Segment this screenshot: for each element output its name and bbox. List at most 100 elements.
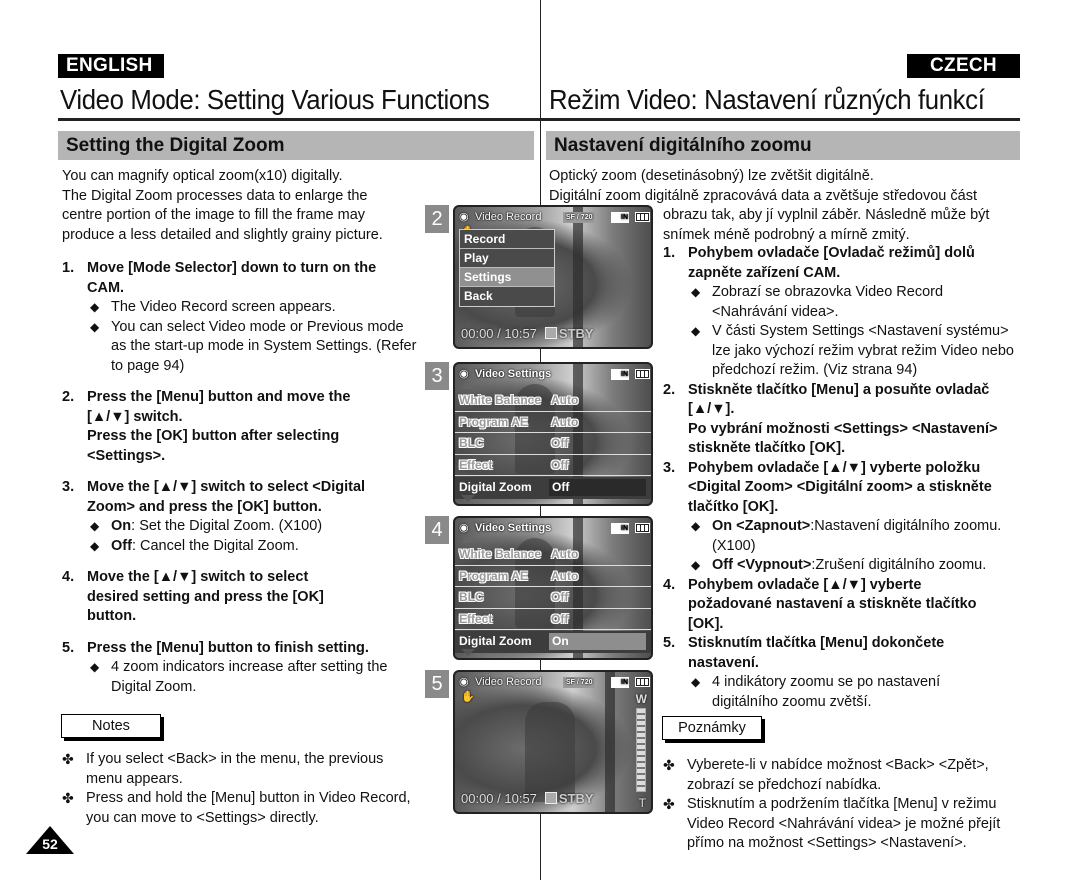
- settings-row[interactable]: Effect Off: [455, 609, 651, 630]
- step-text: Move [Mode Selector] down to turn on the…: [87, 260, 377, 296]
- english-intro: You can magnify optical zoom(x10) digita…: [62, 167, 422, 245]
- settings-row[interactable]: BLC Off: [455, 587, 651, 609]
- bullet-bold: On: [111, 518, 132, 534]
- osd-header: ◉ Video Record SF / 720 IN: [459, 674, 650, 690]
- hand-shake-icon: ✋: [461, 691, 475, 703]
- step-item: 3. Pohybem ovladače [▲/▼] vyberte položk…: [663, 459, 1023, 576]
- memory-icon: IN: [611, 369, 629, 380]
- intro-line: Digitální zoom digitálně zpracovává data…: [549, 187, 977, 204]
- status-text: STBY: [558, 326, 594, 341]
- settings-row[interactable]: Program AE Auto: [455, 566, 651, 587]
- bullet-text: Zobrazí se obrazovka Video Record <Nahrá…: [712, 284, 944, 320]
- quality-badge: SF / 720: [563, 212, 596, 223]
- note-text: Press and hold the [Menu] button in Vide…: [86, 790, 411, 826]
- intro-line: obrazu tak, aby jí vyplnil záběr. Násled…: [663, 207, 990, 223]
- settings-row[interactable]: White Balance Auto: [455, 544, 651, 566]
- bullet-item: On <Zapnout>:Nastavení digitálního zoomu…: [688, 517, 1023, 556]
- camera-lcd: ◉Video Record SF / 720 IN ✋ Record Play …: [453, 205, 653, 349]
- bullet-item: On: Set the Digital Zoom. (X100): [87, 517, 422, 537]
- scroll-down-icon[interactable]: [461, 495, 475, 502]
- settings-row[interactable]: White Balance Auto: [455, 390, 651, 412]
- settings-row[interactable]: Program AE Auto: [455, 412, 651, 433]
- section-title-english: Setting the Digital Zoom: [58, 131, 534, 160]
- menu-item-record[interactable]: Record: [460, 230, 554, 249]
- setting-value: Off: [551, 457, 569, 472]
- step-number: 2.: [62, 389, 75, 405]
- battery-icon: [635, 677, 650, 687]
- camcorder-icon: ◉: [459, 368, 469, 380]
- setting-value: Off: [549, 479, 646, 496]
- memory-icon: IN: [611, 677, 629, 688]
- menu-item-settings[interactable]: Settings: [460, 268, 554, 287]
- note-bullet-icon: ✤: [62, 790, 74, 806]
- camera-lcd: ◉ Video Settings IN White Balance Auto Pro…: [453, 516, 653, 660]
- memory-icon: IN: [611, 212, 629, 223]
- camcorder-icon: ◉: [459, 211, 469, 223]
- setting-label: Effect: [459, 611, 493, 626]
- resolution-value: 720: [580, 214, 593, 221]
- bullet-bold: Off: [111, 537, 132, 554]
- step-item: 2. Stiskněte tlačítko [Menu] a posuňte o…: [663, 381, 1023, 459]
- step-text: Stiskněte tlačítko [Menu] a posuňte ovla…: [688, 381, 990, 418]
- step-bullets: On <Zapnout>:Nastavení digitálního zoomu…: [688, 517, 1023, 576]
- camcorder-icon: ◉: [459, 676, 469, 688]
- step-number: 3.: [62, 479, 75, 495]
- page-title-english: Video Mode: Setting Various Functions: [60, 84, 490, 115]
- notes-list-english: ✤ If you select <Back> in the menu, the p…: [62, 750, 422, 828]
- menu-item-play[interactable]: Play: [460, 249, 554, 268]
- screen-number: 3: [425, 362, 449, 390]
- step-item: 3. Move the [▲/▼] switch to select <Digi…: [62, 478, 422, 556]
- step-bullets: Zobrazí se obrazovka Video Record <Nahrá…: [688, 283, 1023, 381]
- osd-title: Video Settings: [475, 522, 552, 534]
- step-number: 1.: [663, 245, 676, 261]
- setting-value: Off: [551, 611, 569, 626]
- setting-value: Auto: [551, 393, 579, 407]
- scroll-down-icon[interactable]: [461, 649, 475, 656]
- step-number: 4.: [663, 576, 676, 593]
- note-text: Stisknutím a podržením tlačítka [Menu] v…: [687, 796, 1001, 851]
- settings-row[interactable]: Effect Off: [455, 455, 651, 476]
- page-number-badge: 52: [26, 826, 74, 854]
- screen-number: 4: [425, 516, 449, 544]
- note-item: ✤ If you select <Back> in the menu, the p…: [62, 750, 422, 789]
- bullet-text: 4 indikátory zoomu se po nastavení digit…: [712, 674, 941, 710]
- setting-label: Program AE: [459, 414, 528, 429]
- resolution-value: 720: [580, 679, 593, 686]
- photo-tree: [605, 672, 615, 812]
- bullet-item: 4 indikátory zoomu se po nastavení digit…: [688, 673, 948, 712]
- section-title-czech: Nastavení digitálního zoomu: [546, 131, 1020, 160]
- settings-list: White Balance Auto Program AE Auto BLC Off …: [455, 544, 651, 653]
- setting-value: Off: [551, 436, 569, 450]
- settings-row-selected[interactable]: Digital Zoom Off: [455, 477, 651, 499]
- note-bullet-icon: ✤: [663, 757, 675, 773]
- osd-footer: 00:00 / 10:57 STBY: [461, 791, 594, 806]
- step-number: 5.: [62, 639, 75, 656]
- english-column: You can magnify optical zoom(x10) digita…: [62, 167, 422, 697]
- step-text: Press the [Menu] button and move the [▲/…: [87, 389, 351, 425]
- scroll-up-icon[interactable]: [461, 382, 475, 389]
- step-number: 1.: [62, 260, 75, 276]
- setting-label: White Balance: [459, 547, 542, 561]
- step-text: Pohybem ovladače [▲/▼] vyberte položku <…: [688, 459, 992, 515]
- note-bullet-icon: ✤: [62, 751, 74, 767]
- bullet-text: : Cancel the Digital Zoom.: [131, 537, 299, 554]
- settings-row-selected[interactable]: Digital Zoom On: [455, 631, 651, 653]
- settings-row[interactable]: BLC Off: [455, 433, 651, 455]
- record-indicator-icon: [544, 327, 557, 339]
- setting-value: Auto: [551, 568, 579, 583]
- step-text-2: Press the [OK] button after selecting <S…: [87, 428, 340, 464]
- photo-subject: [525, 702, 575, 802]
- setting-value: Off: [551, 590, 569, 604]
- note-text: Vyberete-li v nabídce možnost <Back> <Zp…: [687, 757, 989, 793]
- bullet-item: You can select Video mode or Previous mo…: [87, 318, 422, 377]
- camcorder-icon: ◉: [459, 522, 469, 534]
- time-counter: 00:00 / 10:57: [461, 326, 537, 341]
- setting-label: BLC: [459, 590, 484, 604]
- scroll-up-icon[interactable]: [461, 536, 475, 543]
- status-text: STBY: [558, 791, 594, 806]
- time-counter: 00:00 / 10:57: [461, 791, 537, 806]
- step-text: Move the [▲/▼] switch to select desired …: [87, 569, 324, 624]
- menu-item-back[interactable]: Back: [460, 287, 554, 306]
- osd-header: ◉ Video Settings IN: [459, 520, 650, 536]
- setting-label: Program AE: [459, 568, 528, 583]
